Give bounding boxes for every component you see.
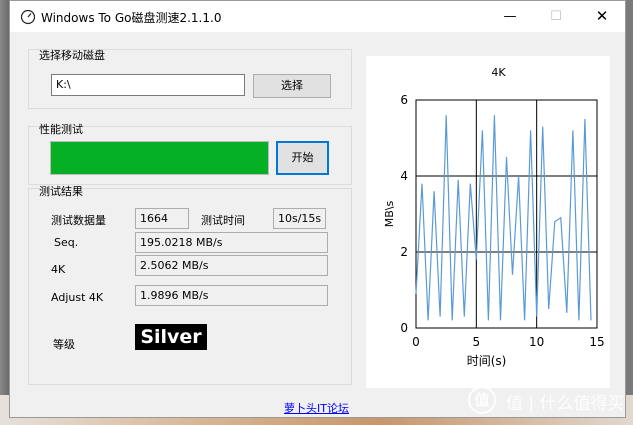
- chart-series-line: [415, 115, 592, 321]
- chart-y-axis-label: MB\s: [383, 200, 396, 227]
- performance-group-label: 性能测试: [39, 123, 83, 136]
- k4-label: 4K: [51, 263, 66, 276]
- watermark-logo-icon: 值: [468, 386, 496, 414]
- chart-y-tick-label: 2: [400, 245, 408, 259]
- chart-y-tick-label: 4: [400, 169, 408, 183]
- chart-x-tick-label: 15: [589, 335, 604, 349]
- title-bar[interactable]: Windows To Go磁盘测速2.1.1.0 — ☐ ✕: [10, 1, 625, 32]
- chart-x-tick-label: 10: [529, 335, 544, 349]
- test-time-value: 10s/15s: [273, 208, 326, 229]
- close-button[interactable]: ✕: [579, 1, 625, 32]
- adjust-4k-value: 1.9896 MB/s: [135, 285, 328, 306]
- adjust-4k-label: Adjust 4K: [51, 291, 104, 304]
- chart-panel: 0 5 10 15 0 2 4 6 4K 时间(s) MB\s: [366, 56, 610, 388]
- 4k-chart: 0 5 10 15 0 2 4 6 4K 时间(s) MB\s: [383, 66, 605, 368]
- disk-select-group-label: 选择移动磁盘: [39, 49, 105, 62]
- forum-link[interactable]: 萝卜头IT论坛: [284, 400, 349, 416]
- chart-y-tick-label: 6: [400, 93, 408, 107]
- window-title: Windows To Go磁盘测速2.1.1.0: [41, 11, 222, 25]
- chart-title: 4K: [491, 66, 506, 79]
- chart-y-tick-label: 0: [400, 321, 408, 335]
- results-group-label: 测试结果: [39, 185, 83, 198]
- data-size-label: 测试数据量: [51, 214, 106, 227]
- grade-label: 等级: [53, 338, 75, 351]
- disk-path-field[interactable]: K:\: [51, 74, 245, 96]
- test-time-label: 测试时间: [201, 214, 245, 227]
- seq-label: Seq.: [54, 236, 79, 249]
- test-progress-bar: [50, 141, 269, 175]
- app-window: Windows To Go磁盘测速2.1.1.0 — ☐ ✕ 选择移动磁盘 K:…: [9, 0, 626, 418]
- seq-value: 195.0218 MB/s: [135, 232, 328, 253]
- chart-x-axis-label: 时间(s): [467, 354, 507, 368]
- maximize-button[interactable]: ☐: [533, 1, 579, 32]
- speedometer-icon: [20, 9, 36, 25]
- k4-value: 2.5062 MB/s: [135, 255, 328, 276]
- data-size-value: 1664: [135, 208, 189, 229]
- grade-badge: Silver: [135, 324, 207, 350]
- progress-fill: [51, 142, 268, 174]
- watermark-text: 值 | 什么值得买: [506, 394, 625, 414]
- chart-x-tick-label: 0: [412, 335, 420, 349]
- minimize-button[interactable]: —: [487, 1, 533, 32]
- chart-x-tick-label: 5: [473, 335, 481, 349]
- start-button[interactable]: 开始: [276, 141, 329, 175]
- select-button[interactable]: 选择: [253, 74, 331, 98]
